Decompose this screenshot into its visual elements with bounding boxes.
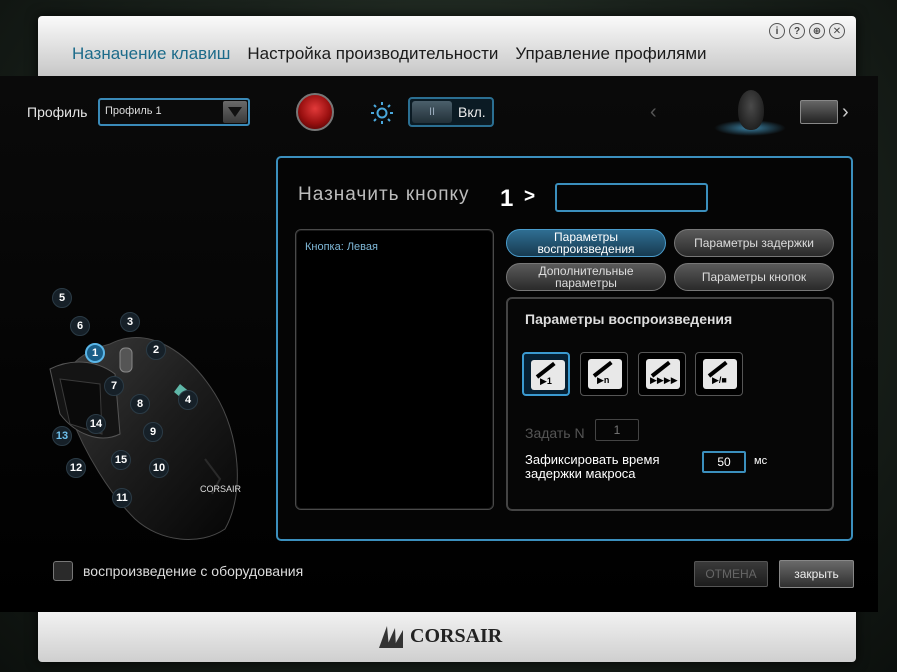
cancel-button[interactable]: ОТМЕНА: [694, 561, 768, 587]
play-n-times-button[interactable]: ▶n: [580, 352, 628, 396]
close-icon[interactable]: ✕: [829, 23, 845, 39]
assign-arrow: >: [524, 186, 536, 207]
macro-delay-unit: мс: [754, 455, 768, 467]
toggle-state-label: Вкл.: [458, 104, 486, 120]
mouse-brand-text: CORSAIR: [200, 484, 242, 494]
tab-delay-params[interactable]: Параметры задержки: [674, 229, 834, 257]
mouse-button-11[interactable]: 11: [112, 488, 132, 508]
lighting-toggle[interactable]: II Вкл.: [408, 97, 494, 127]
mouse-button-12[interactable]: 12: [66, 458, 86, 478]
mouse-button-13[interactable]: 13: [52, 426, 72, 446]
hardware-playback-checkbox[interactable]: [53, 561, 73, 581]
toggle-knob[interactable]: II: [412, 101, 452, 123]
hardware-playback-label: воспроизведение с оборудования: [83, 563, 304, 579]
chevron-down-icon[interactable]: [223, 101, 247, 123]
set-n-input[interactable]: 1: [595, 419, 639, 441]
mouse-button-6[interactable]: 6: [70, 316, 90, 336]
mouse-button-5[interactable]: 5: [52, 288, 72, 308]
mouse-button-4[interactable]: 4: [178, 390, 198, 410]
help-icon[interactable]: ?: [789, 23, 805, 39]
mouse-button-7[interactable]: 7: [104, 376, 124, 396]
profile-select[interactable]: Профиль 1: [98, 98, 250, 126]
play-once-button[interactable]: ▶1: [522, 352, 570, 396]
assign-button-title: Назначить кнопку: [298, 184, 470, 205]
assignment-input[interactable]: [555, 183, 708, 212]
info-icon[interactable]: i: [769, 23, 785, 39]
mouse-button-1[interactable]: 1: [85, 343, 105, 363]
play-repeat-icon: ▶▶▶▶: [646, 359, 680, 389]
main-nav: Назначение клавиш Настройка производител…: [72, 44, 724, 64]
play-once-icon: ▶1: [531, 360, 565, 390]
corsair-logo: CORSAIR: [410, 625, 503, 647]
brightness-icon: [371, 102, 393, 124]
tab-advanced-params[interactable]: Дополнительные параметры: [506, 263, 666, 291]
globe-icon[interactable]: ⊕: [809, 23, 825, 39]
mouse-button-9[interactable]: 9: [143, 422, 163, 442]
mouse-button-15[interactable]: 15: [111, 450, 131, 470]
play-toggle-button[interactable]: ▶/■: [695, 352, 743, 396]
macro-list[interactable]: [295, 229, 494, 510]
chevron-right-icon[interactable]: ›: [842, 101, 849, 124]
mouse-button-14[interactable]: 14: [86, 414, 106, 434]
macro-delay-label: Зафиксировать время задержки макроса: [525, 452, 660, 481]
list-item[interactable]: Кнопка: Левая: [305, 241, 378, 253]
macro-delay-input[interactable]: 50: [702, 451, 746, 473]
mouse-device-icon[interactable]: [738, 90, 764, 130]
mouse-button-3[interactable]: 3: [120, 312, 140, 332]
tab-button-params[interactable]: Параметры кнопок: [674, 263, 834, 291]
tab-key-assignment[interactable]: Назначение клавиш: [72, 44, 230, 64]
corsair-sails-icon: [379, 626, 403, 648]
play-toggle-icon: ▶/■: [703, 359, 737, 389]
play-repeat-button[interactable]: ▶▶▶▶: [638, 352, 686, 396]
mouse-button-2[interactable]: 2: [146, 340, 166, 360]
chevron-left-icon[interactable]: ‹: [650, 101, 657, 124]
record-button[interactable]: [296, 93, 334, 131]
tab-profile-management[interactable]: Управление профилями: [515, 44, 706, 64]
profile-label: Профиль: [27, 104, 88, 120]
playback-panel-title: Параметры воспроизведения: [525, 311, 733, 327]
tab-playback-params[interactable]: Параметры воспроизведения: [506, 229, 666, 257]
assign-button-number: 1: [500, 185, 514, 212]
play-n-times-icon: ▶n: [588, 359, 622, 389]
mouse-button-8[interactable]: 8: [130, 394, 150, 414]
keyboard-device-icon[interactable]: [800, 100, 838, 124]
tab-performance[interactable]: Настройка производительности: [247, 44, 498, 64]
set-n-label: Задать N: [525, 425, 585, 441]
mouse-diagram: CORSAIR 5 6 3 1 2 7 4 8 14 9 13 15 12 10…: [40, 284, 250, 544]
profile-select-value: Профиль 1: [105, 105, 162, 117]
mouse-button-10[interactable]: 10: [149, 458, 169, 478]
close-button[interactable]: закрыть: [779, 560, 854, 588]
window-controls: i ? ⊕ ✕: [769, 23, 845, 39]
